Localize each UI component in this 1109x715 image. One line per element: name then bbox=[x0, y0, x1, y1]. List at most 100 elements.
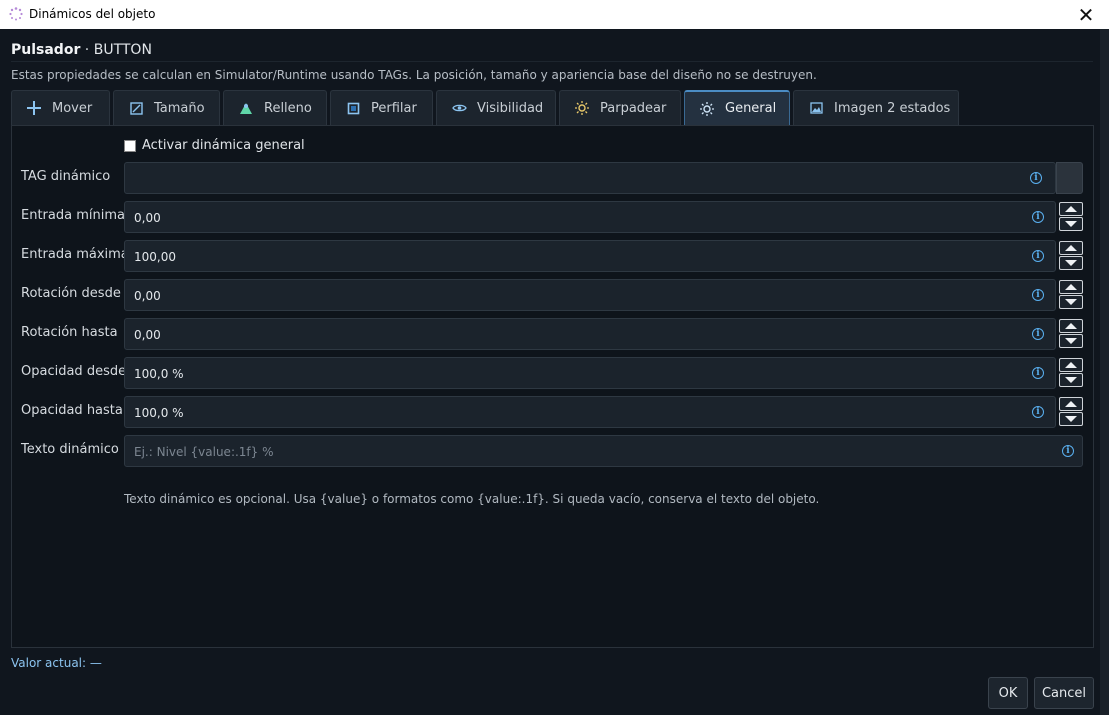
entrada-minima-stepper bbox=[1059, 202, 1083, 231]
outline-icon bbox=[345, 100, 361, 116]
arrow-down-icon bbox=[1065, 299, 1077, 305]
decrement-button[interactable] bbox=[1059, 373, 1083, 387]
opacidad-desde-value: 100,0 % bbox=[134, 367, 184, 381]
entrada-minima-input[interactable]: 0,00 i bbox=[124, 201, 1056, 233]
close-icon[interactable]: ✕ bbox=[1063, 0, 1109, 29]
window-title: Dinámicos del objeto bbox=[29, 7, 156, 21]
arrow-up-icon bbox=[1065, 206, 1077, 212]
opacidad-hasta-value: 100,0 % bbox=[134, 406, 184, 420]
tab-imagen-2-estados[interactable]: Imagen 2 estados bbox=[793, 90, 959, 125]
entrada-maxima-input[interactable]: 100,00 i bbox=[124, 240, 1056, 272]
tag-input[interactable]: i bbox=[124, 162, 1056, 194]
arrow-up-icon bbox=[1065, 362, 1077, 368]
increment-button[interactable] bbox=[1059, 358, 1083, 372]
info-icon[interactable]: i bbox=[1062, 445, 1074, 457]
rotacion-desde-value: 0,00 bbox=[134, 289, 161, 303]
tab-visibilidad[interactable]: Visibilidad bbox=[436, 90, 556, 125]
entrada-minima-value: 0,00 bbox=[134, 211, 161, 225]
entrada-maxima-label: Entrada máxima bbox=[21, 247, 129, 262]
gear-icon bbox=[699, 101, 715, 117]
cancel-button[interactable]: Cancel bbox=[1034, 677, 1094, 709]
arrow-down-icon bbox=[1065, 221, 1077, 227]
resize-icon bbox=[128, 100, 144, 116]
opacidad-desde-label: Opacidad desde bbox=[21, 364, 127, 379]
arrow-up-icon bbox=[1065, 323, 1077, 329]
fill-icon bbox=[238, 100, 254, 116]
tab-label: Visibilidad bbox=[477, 100, 544, 116]
tab-mover[interactable]: Mover bbox=[11, 90, 110, 125]
info-icon[interactable]: i bbox=[1032, 211, 1044, 223]
header-divider bbox=[11, 61, 1093, 62]
background-window-edge bbox=[1100, 29, 1109, 715]
tab-perfilar[interactable]: Perfilar bbox=[330, 90, 433, 125]
opacidad-hasta-label: Opacidad hasta bbox=[21, 403, 123, 418]
entrada-maxima-stepper bbox=[1059, 241, 1083, 270]
sun-icon bbox=[574, 100, 590, 116]
texto-dinamico-input[interactable]: Ej.: Nivel {value:.1f} % i bbox=[124, 435, 1083, 467]
eye-icon bbox=[451, 100, 467, 116]
tab-parpadear[interactable]: Parpadear bbox=[559, 90, 681, 125]
decrement-button[interactable] bbox=[1059, 256, 1083, 270]
decrement-button[interactable] bbox=[1059, 217, 1083, 231]
rotacion-desde-stepper bbox=[1059, 280, 1083, 309]
arrow-down-icon bbox=[1065, 260, 1077, 266]
rotacion-hasta-value: 0,00 bbox=[134, 328, 161, 342]
rotacion-hasta-input[interactable]: 0,00 i bbox=[124, 318, 1056, 350]
decrement-button[interactable] bbox=[1059, 412, 1083, 426]
rotacion-hasta-label: Rotación hasta bbox=[21, 325, 118, 340]
arrow-down-icon bbox=[1065, 416, 1077, 422]
info-icon[interactable]: i bbox=[1032, 250, 1044, 262]
enable-general-label[interactable]: Activar dinámica general bbox=[142, 138, 305, 153]
title-separator: · bbox=[80, 42, 94, 58]
arrow-up-icon bbox=[1065, 401, 1077, 407]
window-titlebar: Dinámicos del objeto ✕ bbox=[0, 0, 1109, 29]
texto-dinamico-placeholder: Ej.: Nivel {value:.1f} % bbox=[134, 445, 274, 459]
ok-button[interactable]: OK bbox=[988, 677, 1028, 709]
status-current-value: Valor actual: — bbox=[11, 656, 102, 670]
entrada-minima-label: Entrada mínima bbox=[21, 208, 125, 223]
image-icon bbox=[808, 100, 824, 116]
opacidad-hasta-stepper bbox=[1059, 397, 1083, 426]
rotacion-desde-label: Rotación desde bbox=[21, 286, 121, 301]
tag-label: TAG dinámico bbox=[21, 169, 111, 184]
tab-general[interactable]: General bbox=[684, 90, 790, 125]
tab-label: Perfilar bbox=[371, 100, 417, 116]
page-title: Pulsador · BUTTON bbox=[11, 42, 152, 58]
hint-text: Texto dinámico es opcional. Usa {value} … bbox=[124, 492, 820, 506]
tab-label: General bbox=[725, 101, 777, 116]
increment-button[interactable] bbox=[1059, 241, 1083, 255]
decrement-button[interactable] bbox=[1059, 334, 1083, 348]
decrement-button[interactable] bbox=[1059, 295, 1083, 309]
tag-browse-button[interactable] bbox=[1056, 162, 1083, 194]
increment-button[interactable] bbox=[1059, 202, 1083, 216]
info-icon[interactable]: i bbox=[1032, 406, 1044, 418]
arrow-down-icon bbox=[1065, 377, 1077, 383]
info-icon[interactable]: i bbox=[1032, 289, 1044, 301]
increment-button[interactable] bbox=[1059, 397, 1083, 411]
tab-label: Relleno bbox=[264, 100, 312, 116]
increment-button[interactable] bbox=[1059, 319, 1083, 333]
opacidad-hasta-input[interactable]: 100,0 % i bbox=[124, 396, 1056, 428]
texto-dinamico-label: Texto dinámico bbox=[21, 442, 119, 457]
tab-relleno[interactable]: Relleno bbox=[223, 90, 327, 125]
increment-button[interactable] bbox=[1059, 280, 1083, 294]
description-text: Estas propiedades se calculan en Simulat… bbox=[11, 68, 817, 82]
info-icon[interactable]: i bbox=[1032, 328, 1044, 340]
rotacion-desde-input[interactable]: 0,00 i bbox=[124, 279, 1056, 311]
rotacion-hasta-stepper bbox=[1059, 319, 1083, 348]
object-name: Pulsador bbox=[11, 42, 81, 58]
loading-icon bbox=[9, 7, 23, 21]
tab-label: Tamaño bbox=[154, 100, 205, 116]
enable-general-checkbox[interactable] bbox=[124, 139, 136, 152]
arrow-up-icon bbox=[1065, 245, 1077, 251]
tab-label: Parpadear bbox=[600, 100, 667, 116]
move-icon bbox=[26, 100, 42, 116]
tab-label: Mover bbox=[52, 100, 93, 116]
info-icon[interactable]: i bbox=[1032, 367, 1044, 379]
tab-tamano[interactable]: Tamaño bbox=[113, 90, 220, 125]
info-icon[interactable]: i bbox=[1030, 172, 1042, 184]
arrow-up-icon bbox=[1065, 284, 1077, 290]
opacidad-desde-stepper bbox=[1059, 358, 1083, 387]
tab-label: Imagen 2 estados bbox=[834, 100, 951, 116]
opacidad-desde-input[interactable]: 100,0 % i bbox=[124, 357, 1056, 389]
